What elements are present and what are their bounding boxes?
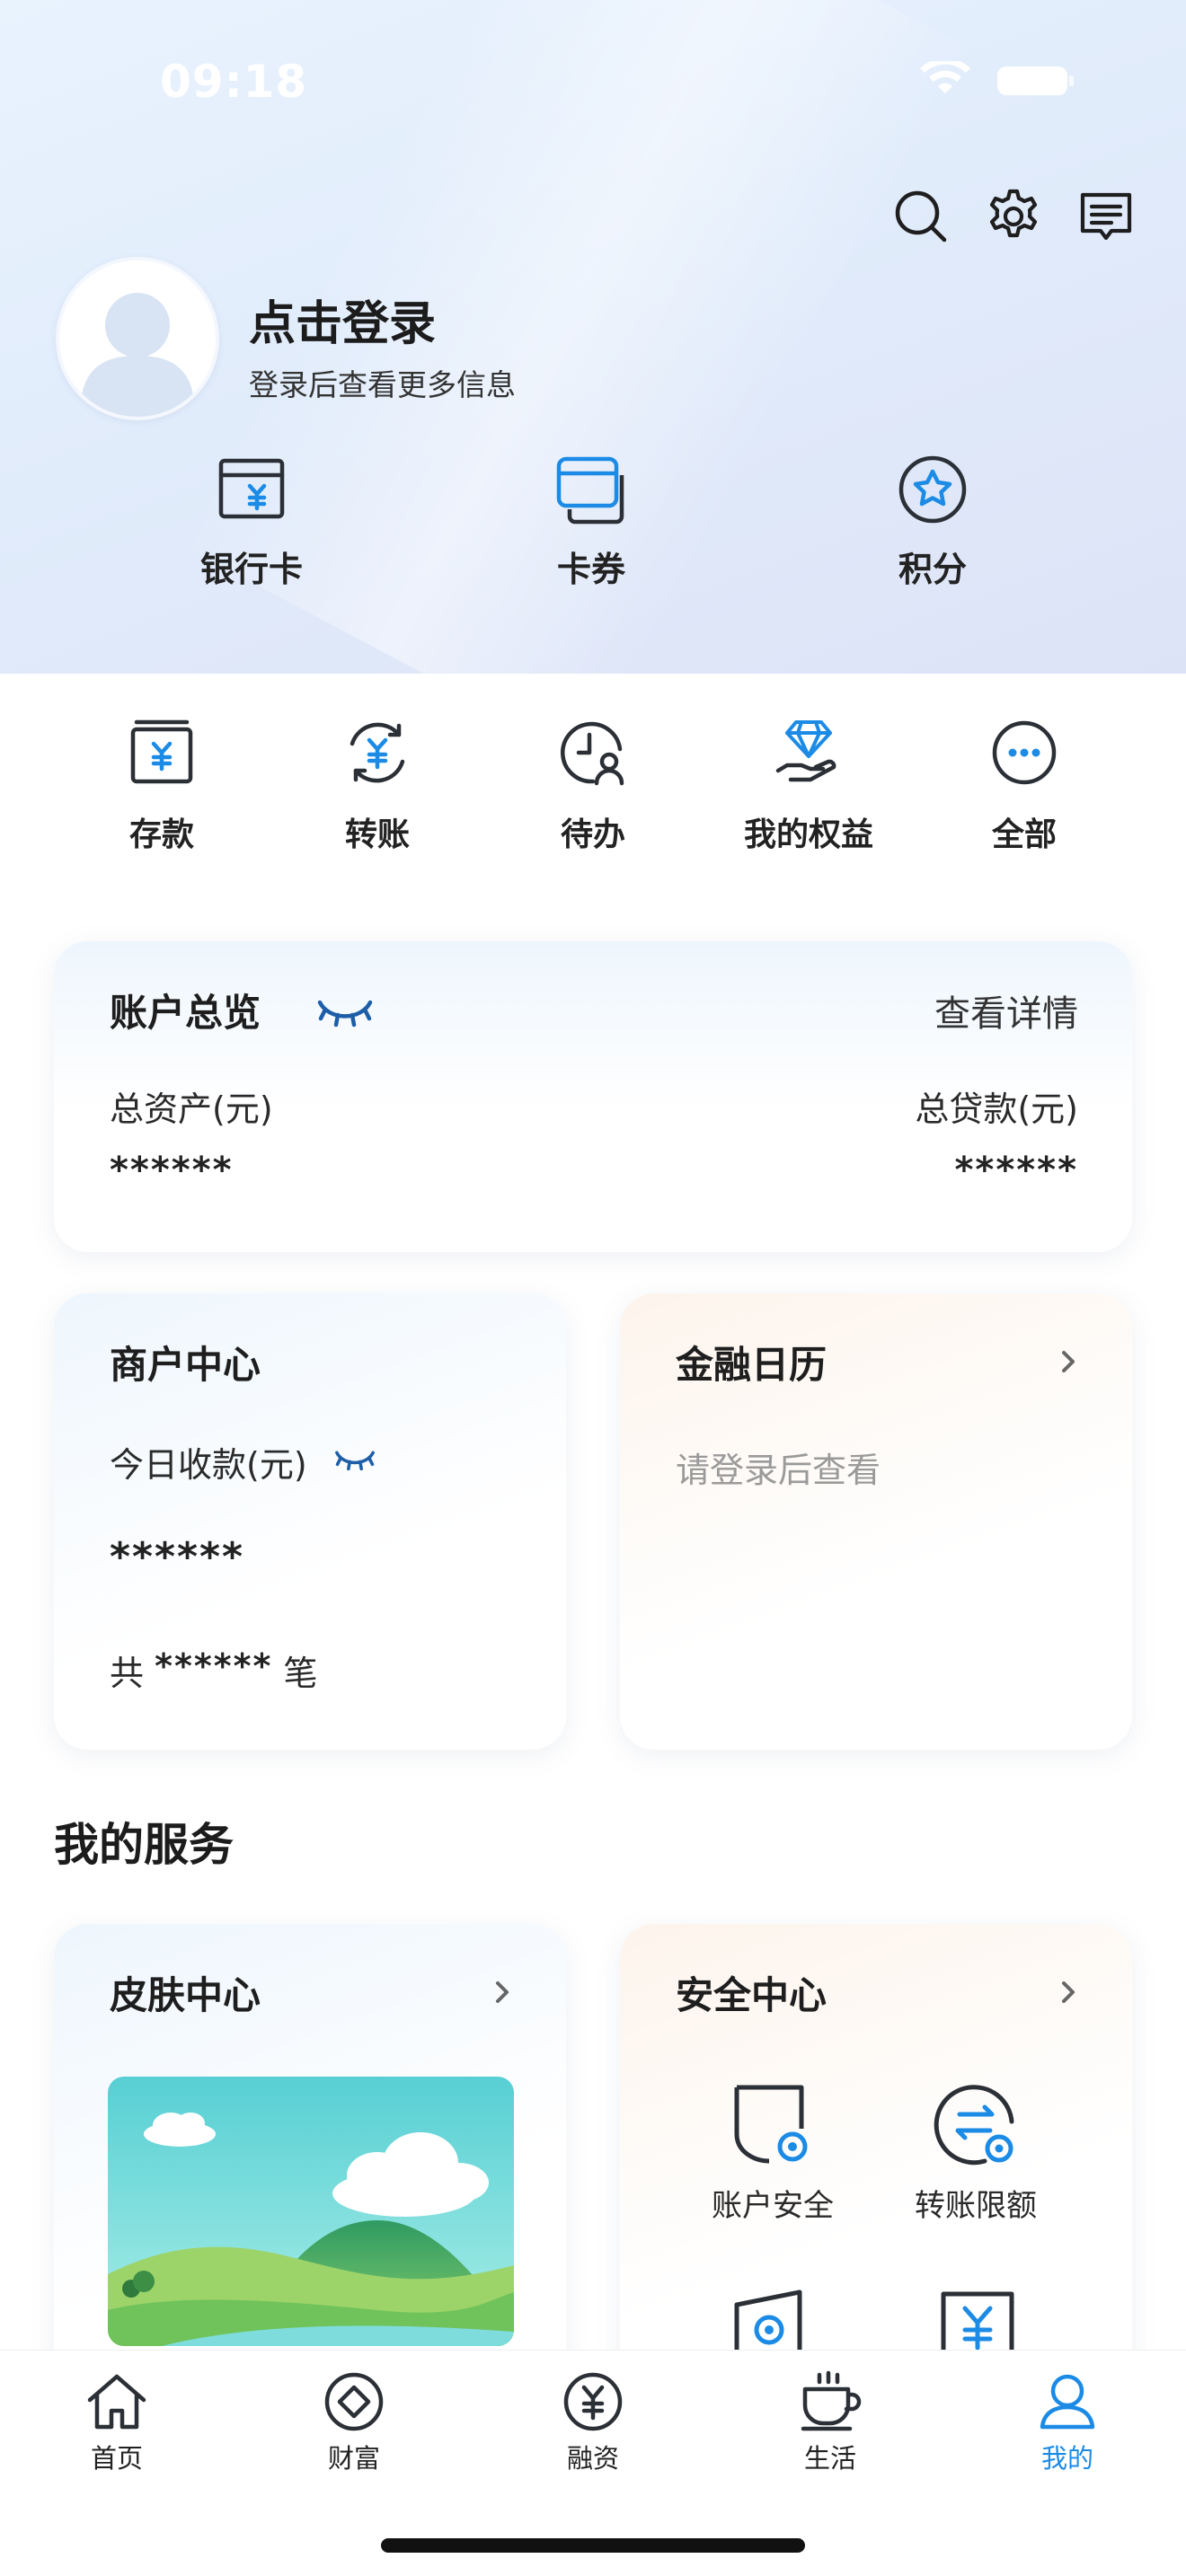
total-assets-value: ****** [110,1150,234,1191]
battery-icon [997,66,1074,95]
transfer-limit-icon [934,2085,1014,2166]
skin-preview-image[interactable] [108,2077,514,2346]
status-time: 09:18 [160,56,308,108]
tab-financing[interactable]: 融资 [521,2369,665,2475]
shortcut-label: 银行卡 [199,550,303,589]
benefits-diamond-icon [775,720,836,782]
account-overview-title: 账户总览 [110,991,261,1035]
shortcut-label: 积分 [898,550,967,589]
tab-life[interactable]: 生活 [758,2369,902,2475]
security-item-label: 转账限额 [915,2188,1037,2224]
quick-label: 全部 [991,816,1057,853]
todo-icon [561,721,624,786]
security-center-title: 安全中心 [676,1965,828,2020]
total-assets-label: 总资产(元) [110,1090,273,1129]
wealth-icon [324,2372,384,2431]
security-item-label: 账户安全 [712,2188,834,2224]
transfer-icon [350,722,405,783]
tab-label: 生活 [803,2443,856,2474]
shortcut-points[interactable]: 积分 [829,454,1036,591]
skin-center-card[interactable]: 皮肤中心 [54,1924,566,2409]
receipt-count: 共 ****** 笔 [110,1646,318,1693]
calendar-login-hint: 请登录后查看 [676,1451,881,1490]
tab-label: 融资 [566,2443,619,2474]
login-title[interactable]: 点击登录 [249,286,436,353]
shortcut-label: 卡券 [556,550,625,589]
quick-transfer[interactable]: 转账 [279,717,476,855]
quick-all[interactable]: 全部 [925,717,1123,855]
tab-wealth[interactable]: 财富 [282,2369,426,2475]
login-subtitle: 登录后查看更多信息 [249,367,516,402]
eye-closed-icon[interactable] [316,997,374,1029]
status-icons [920,61,1074,95]
points-star-icon [898,455,967,524]
bank-card-icon [218,458,285,519]
finance-calendar-card[interactable]: 金融日历 请登录后查看 [620,1293,1132,1750]
tab-mine[interactable]: 我的 [996,2369,1139,2475]
message-icon[interactable] [1075,185,1137,248]
today-receipts-value: ****** [110,1534,245,1580]
tab-label: 首页 [90,2443,143,2474]
quick-benefits[interactable]: 我的权益 [710,717,907,855]
home-icon [87,2374,146,2430]
total-loans-label: 总贷款(元) [915,1090,1078,1129]
deposit-icon [130,719,193,784]
tab-label: 财富 [327,2443,380,2474]
profile-icon [1040,2374,1095,2430]
more-icon [992,720,1057,785]
shortcut-coupon[interactable]: 卡券 [488,454,695,591]
avatar[interactable] [56,257,219,420]
life-cup-icon [801,2370,862,2431]
view-details-link[interactable]: 查看详情 [934,984,1078,1037]
today-receipts-label: 今日收款(元) [110,1445,307,1485]
quick-label: 待办 [560,816,625,853]
merchant-center-title: 商户中心 [110,1335,261,1389]
eye-closed-icon[interactable] [334,1448,376,1473]
security-item-transfer-limit[interactable]: 转账限额 [886,2082,1066,2225]
search-icon[interactable] [890,185,952,248]
settings-icon[interactable] [982,185,1045,248]
financing-icon [563,2372,623,2431]
tab-label: 我的 [1040,2443,1093,2474]
skin-center-title: 皮肤中心 [110,1965,261,2020]
quick-todo[interactable]: 待办 [494,717,692,855]
wifi-icon [920,61,970,93]
quick-label: 我的权益 [743,816,873,853]
total-loans-value: ****** [954,1150,1078,1191]
quick-label: 存款 [128,816,194,853]
finance-calendar-title: 金融日历 [676,1335,828,1389]
security-item-account[interactable]: 账户安全 [683,2082,863,2225]
chevron-right-icon[interactable] [492,1976,512,2008]
chevron-right-icon[interactable] [1058,1345,1078,1378]
account-overview-card[interactable]: 账户总览 查看详情 总资产(元) ****** 总贷款(元) ****** [54,941,1132,1252]
tab-home[interactable]: 首页 [45,2369,189,2475]
chevron-right-icon[interactable] [1058,1976,1078,2008]
my-services-title: 我的服务 [54,1819,234,1871]
quick-label: 转账 [344,816,410,853]
security-center-card[interactable]: 安全中心 账户安全 转账限额 [620,1924,1132,2409]
home-indicator [381,2538,805,2553]
account-security-icon [734,2085,808,2164]
quick-deposit[interactable]: 存款 [63,717,261,855]
coupon-icon [556,456,624,525]
shortcut-bank-card[interactable]: 银行卡 [148,454,355,591]
merchant-center-card[interactable]: 商户中心 今日收款(元) ****** 共 ****** 笔 [54,1293,566,1750]
